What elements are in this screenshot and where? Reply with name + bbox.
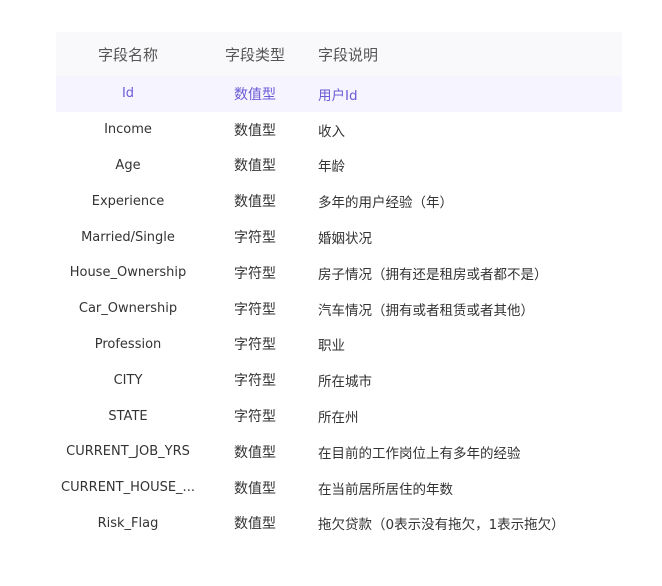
cell-field-type: 字符型	[234, 373, 276, 390]
cell-field-name: STATE	[108, 408, 148, 424]
cell-field-name: Car_Ownership	[78, 301, 178, 317]
table-row[interactable]: CITY 字符型 所在城市	[56, 362, 622, 398]
table-row[interactable]: House_Ownership 字符型 房子情况（拥有还是租房或者都不是）	[56, 255, 622, 291]
cell-field-type: 数值型	[234, 444, 276, 461]
cell-field-name: CITY	[113, 372, 143, 388]
cell-field-desc: 年龄	[318, 159, 345, 176]
cell-field-name: Age	[115, 157, 141, 173]
cell-field-type: 字符型	[234, 230, 276, 247]
cell-field-type: 字符型	[234, 301, 276, 318]
cell-field-name: Profession	[94, 336, 162, 352]
cell-field-desc: 收入	[318, 123, 345, 140]
field-table-container: 字段名称 字段类型 字段说明 Id 数值型 用户Id Income 数值型 收入…	[56, 32, 622, 541]
table-body: Id 数值型 用户Id Income 数值型 收入 Age 数值型 年龄 Exp…	[56, 76, 622, 541]
cell-field-desc: 职业	[318, 338, 345, 355]
table-row[interactable]: Risk_Flag 数值型 拖欠贷款（0表示没有拖欠，1表示拖欠）	[56, 506, 622, 542]
cell-field-name: CURRENT_HOUSE_...	[61, 480, 195, 496]
table-row[interactable]: Id 数值型 用户Id	[56, 76, 622, 112]
cell-field-desc: 所在城市	[318, 374, 372, 391]
cell-field-type: 字符型	[234, 337, 276, 354]
table-row[interactable]: CURRENT_JOB_YRS 数值型 在目前的工作岗位上有多年的经验	[56, 434, 622, 470]
cell-field-type: 数值型	[234, 516, 276, 533]
page: 字段名称 字段类型 字段说明 Id 数值型 用户Id Income 数值型 收入…	[0, 0, 662, 586]
cell-field-desc: 婚姻状况	[318, 231, 372, 248]
table-row[interactable]: Age 数值型 年龄	[56, 148, 622, 184]
cell-field-type: 数值型	[234, 122, 276, 139]
cell-field-name: Experience	[91, 193, 165, 209]
cell-field-desc: 所在州	[318, 410, 359, 427]
table-row[interactable]: Experience 数值型 多年的用户经验（年）	[56, 183, 622, 219]
header-row: 字段名称 字段类型 字段说明	[56, 32, 622, 76]
cell-field-type: 数值型	[234, 158, 276, 175]
cell-field-desc: 房子情况（拥有还是租房或者都不是）	[318, 266, 548, 283]
cell-field-desc: 在当前居所居住的年数	[318, 481, 453, 498]
table-row[interactable]: Car_Ownership 字符型 汽车情况（拥有或者租赁或者其他）	[56, 291, 622, 327]
table-row[interactable]: STATE 字符型 所在州	[56, 398, 622, 434]
table-row[interactable]: Married/Single 字符型 婚姻状况	[56, 219, 622, 255]
cell-field-desc: 拖欠贷款（0表示没有拖欠，1表示拖欠）	[318, 517, 565, 534]
cell-field-type: 数值型	[234, 194, 276, 211]
cell-field-name: Married/Single	[81, 229, 175, 245]
cell-field-name: Id	[121, 86, 135, 102]
cell-field-name: Risk_Flag	[97, 515, 159, 531]
table-row[interactable]: Profession 字符型 职业	[56, 327, 622, 363]
cell-field-name: Income	[104, 122, 152, 138]
header-field-name: 字段名称	[97, 45, 158, 64]
header-field-type: 字段类型	[224, 45, 285, 64]
cell-field-type: 字符型	[234, 409, 276, 426]
cell-field-type: 数值型	[234, 86, 276, 103]
cell-field-name: House_Ownership	[69, 265, 187, 281]
cell-field-type: 数值型	[234, 480, 276, 497]
cell-field-desc: 用户Id	[318, 87, 358, 104]
header-field-desc: 字段说明	[318, 45, 379, 64]
table-row[interactable]: Income 数值型 收入	[56, 112, 622, 148]
cell-field-desc: 多年的用户经验（年）	[318, 195, 453, 212]
field-table: 字段名称 字段类型 字段说明 Id 数值型 用户Id Income 数值型 收入…	[56, 32, 622, 541]
table-row[interactable]: CURRENT_HOUSE_... 数值型 在当前居所居住的年数	[56, 470, 622, 506]
cell-field-desc: 在目前的工作岗位上有多年的经验	[318, 445, 521, 462]
cell-field-type: 字符型	[234, 265, 276, 282]
table-header: 字段名称 字段类型 字段说明	[56, 32, 622, 76]
cell-field-name: CURRENT_JOB_YRS	[66, 444, 190, 460]
cell-field-desc: 汽车情况（拥有或者租赁或者其他）	[318, 302, 534, 319]
